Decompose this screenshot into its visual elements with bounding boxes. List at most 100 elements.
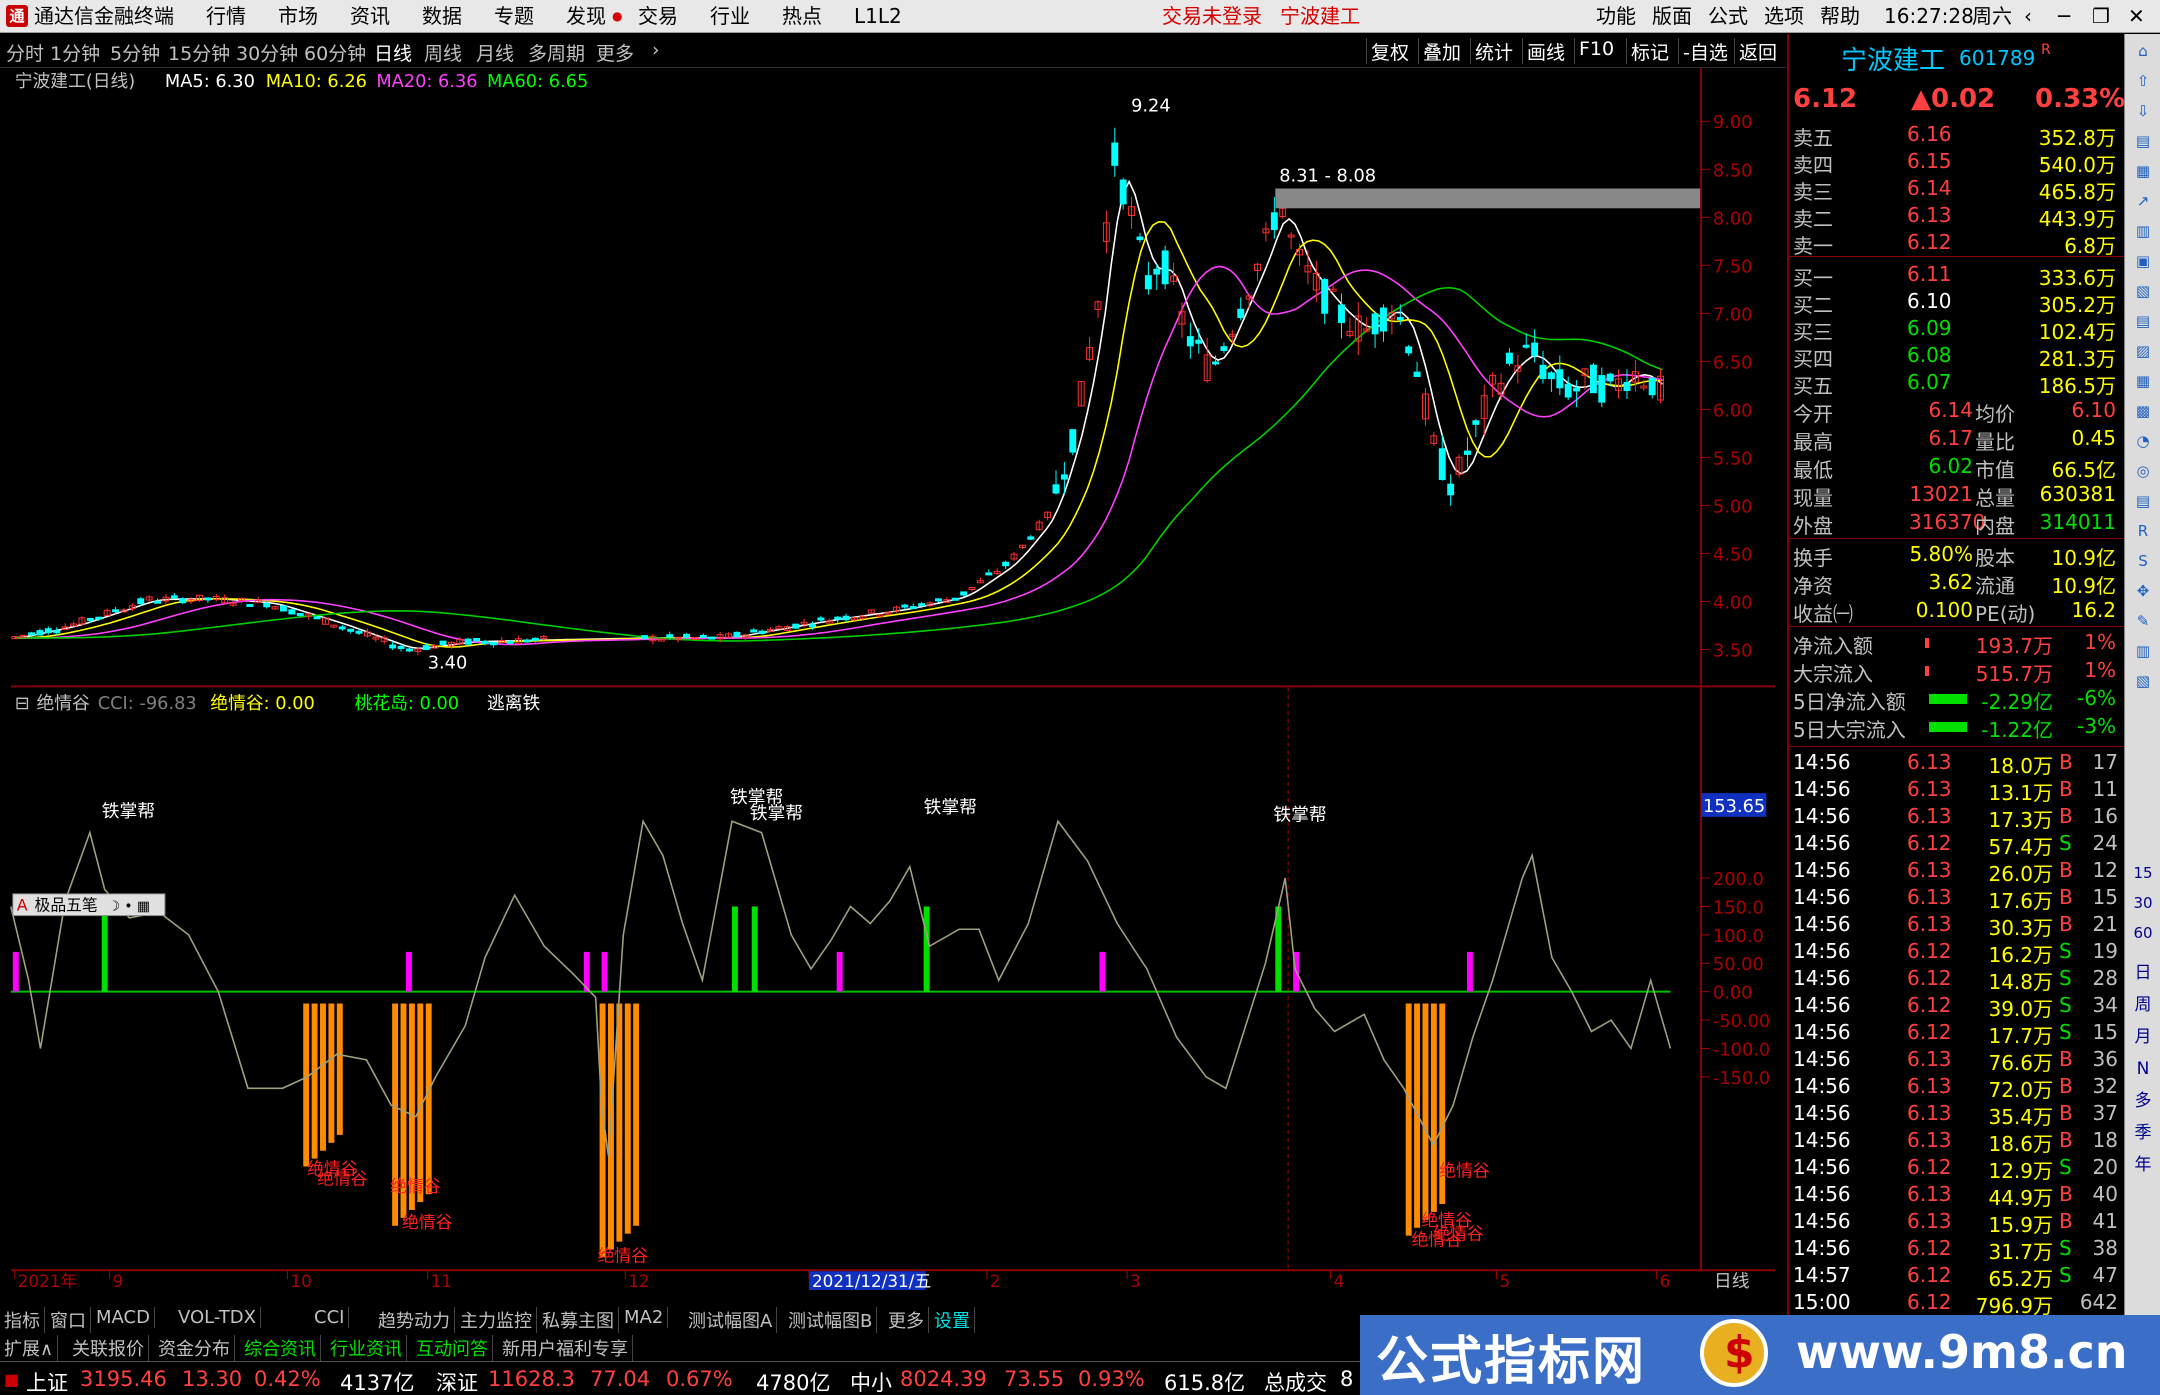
side-tool-icon[interactable]: ⇩ [2130, 98, 2156, 124]
side-tool-icon[interactable]: ↗ [2130, 188, 2156, 214]
tick-time: 14:56 [1793, 831, 1851, 855]
menu-hangqing[interactable]: 行情 [206, 4, 246, 28]
indicator-tab-10[interactable]: 测试幅图B [784, 1307, 878, 1333]
ext-tab-5[interactable]: 互动问答 [412, 1335, 493, 1361]
side-tool-icon[interactable]: ▧ [2130, 668, 2156, 694]
chevron-right-icon[interactable]: › [652, 39, 660, 61]
side-tool-icon[interactable]: ▤ [2130, 128, 2156, 154]
zc-name[interactable]: 总成交 [1264, 1367, 1327, 1395]
side-period-icon[interactable]: 15 [2130, 860, 2156, 886]
tool-biaoji[interactable]: 标记 [1626, 38, 1673, 64]
ma5-label: MA5: 6.30 [165, 71, 255, 92]
side-tool-icon[interactable]: R [2130, 518, 2156, 544]
indicator-tab-6[interactable]: 主力监控 [456, 1307, 537, 1333]
kline-chart[interactable]: 宁波建工(日线) MA5: 6.30 MA10: 6.26 MA20: 6.36… [0, 68, 1786, 1290]
indicator-tab-1[interactable]: 窗口 [46, 1307, 91, 1333]
menu-xuanxiang[interactable]: 选项 [1764, 4, 1804, 28]
sz-name[interactable]: 深证 [436, 1367, 478, 1395]
tool-fuquan[interactable]: 复权 [1366, 38, 1413, 64]
indicator-tab-8[interactable]: MA2 [620, 1307, 669, 1328]
indicator-tab-9[interactable]: 测试幅图A [684, 1307, 778, 1333]
side-tool-icon[interactable]: ▤ [2130, 488, 2156, 514]
side-period-2[interactable]: 月 [2130, 1024, 2156, 1050]
menu-l1l2[interactable]: L1L2 [854, 4, 902, 28]
menu-gongneng[interactable]: 功能 [1596, 4, 1636, 28]
period-daily[interactable]: 日线 [374, 39, 412, 66]
indicator-tab-12[interactable]: 设置 [930, 1307, 975, 1333]
side-period-icon[interactable]: 60 [2130, 920, 2156, 946]
indicator-tab-4[interactable]: CCI [310, 1307, 350, 1328]
ext-tab-3[interactable]: 综合资讯 [240, 1335, 321, 1361]
side-tool-icon[interactable]: ▥ [2130, 638, 2156, 664]
period-1min[interactable]: 1分钟 [50, 39, 100, 66]
close-icon[interactable]: ✕ [2128, 4, 2145, 28]
side-tool-icon[interactable]: ▣ [2130, 248, 2156, 274]
period-5min[interactable]: 5分钟 [110, 39, 160, 66]
indicator-tab-3[interactable]: VOL-TDX [174, 1307, 261, 1328]
side-period-4[interactable]: 多 [2130, 1088, 2156, 1114]
menu-faxian[interactable]: 发现 [566, 4, 606, 28]
sh-name[interactable]: 上证 [26, 1367, 68, 1395]
menu-shichang[interactable]: 市场 [278, 4, 318, 28]
side-period-3[interactable]: N [2130, 1056, 2156, 1082]
ext-tab-4[interactable]: 行业资讯 [326, 1335, 407, 1361]
period-more[interactable]: 更多 [596, 39, 634, 66]
menu-jiaoyi[interactable]: 交易 [638, 4, 678, 28]
trade-status[interactable]: 交易未登录 [1162, 4, 1262, 28]
menu-zixun[interactable]: 资讯 [350, 4, 390, 28]
menu-redian[interactable]: 热点 [782, 4, 822, 28]
side-tool-icon[interactable]: ▥ [2130, 218, 2156, 244]
tool-zixuan[interactable]: -自选 [1678, 38, 1732, 64]
side-tool-icon[interactable]: ◔ [2130, 428, 2156, 454]
side-tool-icon[interactable]: ▧ [2130, 278, 2156, 304]
side-period-6[interactable]: 年 [2130, 1152, 2156, 1178]
restore-icon[interactable]: ❐ [2092, 4, 2110, 28]
menu-hangye[interactable]: 行业 [710, 4, 750, 28]
tool-f10[interactable]: F10 [1574, 38, 1618, 64]
side-tool-icon[interactable]: ⌂ [2130, 38, 2156, 64]
back-icon[interactable]: ‹ [2024, 4, 2032, 28]
side-period-1[interactable]: 周 [2130, 992, 2156, 1018]
side-tool-icon[interactable]: ▦ [2130, 158, 2156, 184]
menu-shuju[interactable]: 数据 [422, 4, 462, 28]
side-period-0[interactable]: 日 [2130, 960, 2156, 986]
side-tool-icon[interactable]: ⇧ [2130, 68, 2156, 94]
period-monthly[interactable]: 月线 [476, 39, 514, 66]
side-tool-icon[interactable]: S [2130, 548, 2156, 574]
menu-banmian[interactable]: 版面 [1652, 4, 1692, 28]
ext-tab-0[interactable]: 扩展∧ [0, 1335, 59, 1361]
menu-gongshi[interactable]: 公式 [1708, 4, 1748, 28]
indicator-tab-0[interactable]: 指标 [0, 1307, 45, 1333]
side-period-5[interactable]: 季 [2130, 1120, 2156, 1146]
period-weekly[interactable]: 周线 [424, 39, 462, 66]
menu-zhuanti[interactable]: 专题 [494, 4, 534, 28]
period-fenshi[interactable]: 分时 [6, 39, 44, 66]
period-15min[interactable]: 15分钟 [168, 39, 230, 66]
tool-fanhui[interactable]: 返回 [1734, 38, 1781, 64]
indicator-tab-5[interactable]: 趋势动力 [374, 1307, 455, 1333]
ext-tab-6[interactable]: 新用户福利专享 [498, 1335, 633, 1361]
indicator-tab-2[interactable]: MACD [92, 1307, 155, 1328]
tool-huaxian[interactable]: 画线 [1522, 38, 1569, 64]
ext-tab-2[interactable]: 资金分布 [154, 1335, 235, 1361]
period-multi[interactable]: 多周期 [528, 39, 585, 66]
minimize-icon[interactable]: ─ [2058, 4, 2070, 28]
indicator-tab-11[interactable]: 更多 [884, 1307, 929, 1333]
menu-bangzhu[interactable]: 帮助 [1820, 4, 1860, 28]
side-tool-icon[interactable]: ◎ [2130, 458, 2156, 484]
side-tool-icon[interactable]: ✥ [2130, 578, 2156, 604]
zx-name[interactable]: 中小 [850, 1367, 892, 1395]
side-tool-icon[interactable]: ▩ [2130, 398, 2156, 424]
ind-collapse-icon[interactable]: ⊟ [15, 693, 30, 714]
side-tool-icon[interactable]: ▦ [2130, 368, 2156, 394]
indicator-tab-7[interactable]: 私募主图 [538, 1307, 619, 1333]
side-period-icon[interactable]: 30 [2130, 890, 2156, 916]
side-tool-icon[interactable]: ▤ [2130, 308, 2156, 334]
period-30min[interactable]: 30分钟 [236, 39, 298, 66]
period-60min[interactable]: 60分钟 [304, 39, 366, 66]
tool-tongji[interactable]: 统计 [1470, 38, 1517, 64]
side-tool-icon[interactable]: ✎ [2130, 608, 2156, 634]
tool-diejia[interactable]: 叠加 [1418, 38, 1465, 64]
side-tool-icon[interactable]: ▨ [2130, 338, 2156, 364]
ext-tab-1[interactable]: 关联报价 [68, 1335, 149, 1361]
